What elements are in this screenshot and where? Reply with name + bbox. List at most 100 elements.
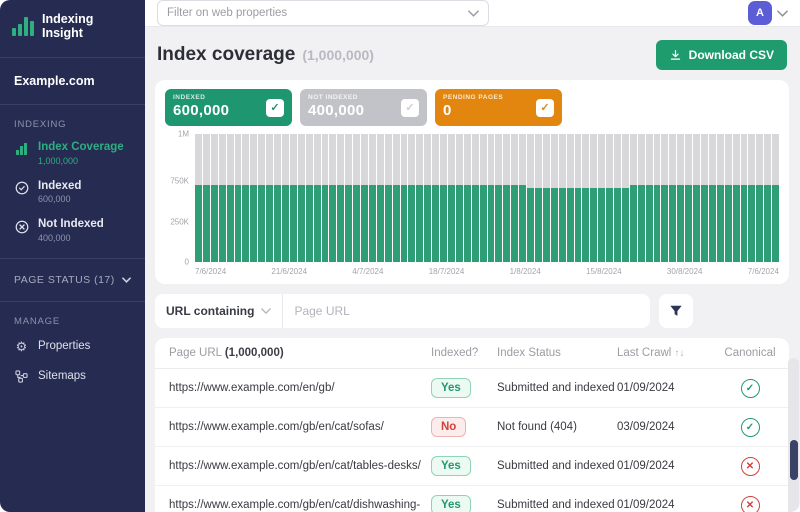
stacked-bar-chart: 1M750K250K0 7/6/202421/6/20244/7/202418/… <box>165 134 779 278</box>
chart-bar <box>385 134 392 262</box>
url-filter-row: URL containing <box>155 294 789 328</box>
x-tick-label: 4/7/2024 <box>352 267 383 276</box>
chart-bar <box>298 134 305 262</box>
pages-table: Page URL (1,000,000) Indexed? Index Stat… <box>155 338 789 512</box>
funnel-filter-icon <box>669 304 683 318</box>
table-row[interactable]: https://www.example.com/en/gb/ Yes Submi… <box>155 369 789 408</box>
page-header: Index coverage (1,000,000) Download CSV <box>155 27 789 80</box>
chart-bar <box>432 134 439 262</box>
stat-card-pending-pages[interactable]: PENDING PAGES 0 ✓ <box>435 89 562 126</box>
page-url-cell[interactable]: https://www.example.com/gb/en/cat/dishwa… <box>169 499 431 511</box>
stat-card-indexed[interactable]: INDEXED 600,000 ✓ <box>165 89 292 126</box>
chart-bar <box>322 134 329 262</box>
chart-bar <box>764 134 771 262</box>
chart-bar <box>495 134 502 262</box>
chart-bar <box>314 134 321 262</box>
checkbox-checked[interactable]: ✓ <box>536 99 554 117</box>
content: Index coverage (1,000,000) Download CSV … <box>145 27 800 512</box>
chevron-down-icon <box>261 308 271 314</box>
page-status-toggle[interactable]: PAGE STATUS (17) <box>0 267 145 293</box>
apply-filter-button[interactable] <box>659 294 693 328</box>
page-title-count: (1,000,000) <box>302 47 374 63</box>
chart-bar <box>448 134 455 262</box>
site-name[interactable]: Example.com <box>0 66 145 96</box>
chevron-down-icon[interactable] <box>777 10 788 17</box>
sidebar-item-index-coverage[interactable]: Index Coverage 1,000,000 <box>0 134 145 173</box>
indexed-badge: Yes <box>431 378 471 398</box>
chart-bar <box>416 134 423 262</box>
chart-bar <box>614 134 621 262</box>
chart-bar <box>203 134 210 262</box>
chart-bar <box>464 134 471 262</box>
canonical-status-icon: ✓ <box>741 379 760 398</box>
canonical-status-icon: ✕ <box>741 496 760 512</box>
chart-bar <box>195 134 202 262</box>
checkbox-unchecked[interactable]: ✓ <box>401 99 419 117</box>
chart-bar <box>590 134 597 262</box>
chart-bar <box>543 134 550 262</box>
chart-bar <box>480 134 487 262</box>
chart-bar <box>693 134 700 262</box>
last-crawl-cell: 03/09/2024 <box>617 421 719 433</box>
x-tick-label: 18/7/2024 <box>429 267 465 276</box>
chart-bar <box>337 134 344 262</box>
avatar[interactable]: A <box>748 1 772 25</box>
sidebar-item-count: 400,000 <box>38 233 104 243</box>
logo[interactable]: IndexingInsight <box>0 10 145 49</box>
chart-plot[interactable] <box>195 134 779 262</box>
chart-bar <box>606 134 613 262</box>
y-tick-label: 250K <box>170 218 189 227</box>
web-properties-filter-placeholder: Filter on web properties <box>167 7 287 19</box>
page-url-cell[interactable]: https://www.example.com/gb/en/cat/tables… <box>169 460 431 472</box>
vertical-scrollbar <box>788 358 799 512</box>
chart-bar <box>219 134 226 262</box>
sidebar-item-label: Sitemaps <box>38 370 86 382</box>
table-row[interactable]: https://www.example.com/gb/en/cat/dishwa… <box>155 486 789 512</box>
stat-card-not-indexed[interactable]: NOT INDEXED 400,000 ✓ <box>300 89 427 126</box>
chart-bar <box>440 134 447 262</box>
chart-bar <box>408 134 415 262</box>
chevron-down-icon <box>122 277 131 283</box>
sidebar-item-not-indexed[interactable]: Not Indexed 400,000 <box>0 211 145 250</box>
scrollbar-thumb[interactable] <box>790 440 798 480</box>
indexed-badge: No <box>431 417 466 437</box>
page-url-cell[interactable]: https://www.example.com/gb/en/cat/sofas/ <box>169 421 431 433</box>
url-filter-group: URL containing <box>155 294 650 328</box>
x-tick-label: 30/8/2024 <box>667 267 703 276</box>
sidebar-item-sitemaps[interactable]: Sitemaps <box>0 361 145 391</box>
web-properties-filter-select[interactable]: Filter on web properties <box>157 0 489 26</box>
chart-bar <box>488 134 495 262</box>
chart-x-axis: 7/6/202421/6/20244/7/202418/7/20241/8/20… <box>195 267 779 278</box>
column-header-canonical: Canonical <box>719 347 781 359</box>
sitemap-icon <box>14 369 29 384</box>
chart-bar <box>211 134 218 262</box>
checkbox-checked[interactable]: ✓ <box>266 99 284 117</box>
chart-bar <box>345 134 352 262</box>
sidebar-item-indexed[interactable]: Indexed 600,000 <box>0 173 145 212</box>
indexing-section-label: INDEXING <box>0 113 145 134</box>
chart-bar <box>282 134 289 262</box>
x-tick-label: 7/6/2024 <box>748 267 779 276</box>
gear-icon: ⚙ <box>14 339 29 354</box>
chart-bar <box>353 134 360 262</box>
chart-bar <box>250 134 257 262</box>
sidebar-item-properties[interactable]: ⚙ Properties <box>0 331 145 361</box>
manage-section-label: MANAGE <box>0 310 145 331</box>
x-tick-label: 21/6/2024 <box>271 267 307 276</box>
logo-bar-chart-icon <box>12 16 34 36</box>
last-crawl-cell: 01/09/2024 <box>617 499 719 511</box>
y-tick-label: 750K <box>170 177 189 186</box>
page-url-cell[interactable]: https://www.example.com/en/gb/ <box>169 382 431 394</box>
canonical-status-icon: ✕ <box>741 457 760 476</box>
chart-bar <box>741 134 748 262</box>
table-row[interactable]: https://www.example.com/gb/en/cat/tables… <box>155 447 789 486</box>
url-filter-mode-select[interactable]: URL containing <box>155 304 282 318</box>
sort-icon[interactable]: ↑↓ <box>674 348 684 359</box>
download-csv-button[interactable]: Download CSV <box>656 40 787 70</box>
column-header-page-url: Page URL (1,000,000) <box>169 347 431 359</box>
page-url-input[interactable] <box>283 304 650 318</box>
last-crawl-cell: 01/09/2024 <box>617 460 719 472</box>
table-row[interactable]: https://www.example.com/gb/en/cat/sofas/… <box>155 408 789 447</box>
url-filter-mode-label: URL containing <box>166 304 254 318</box>
sidebar-item-label: Not Indexed <box>38 218 104 232</box>
